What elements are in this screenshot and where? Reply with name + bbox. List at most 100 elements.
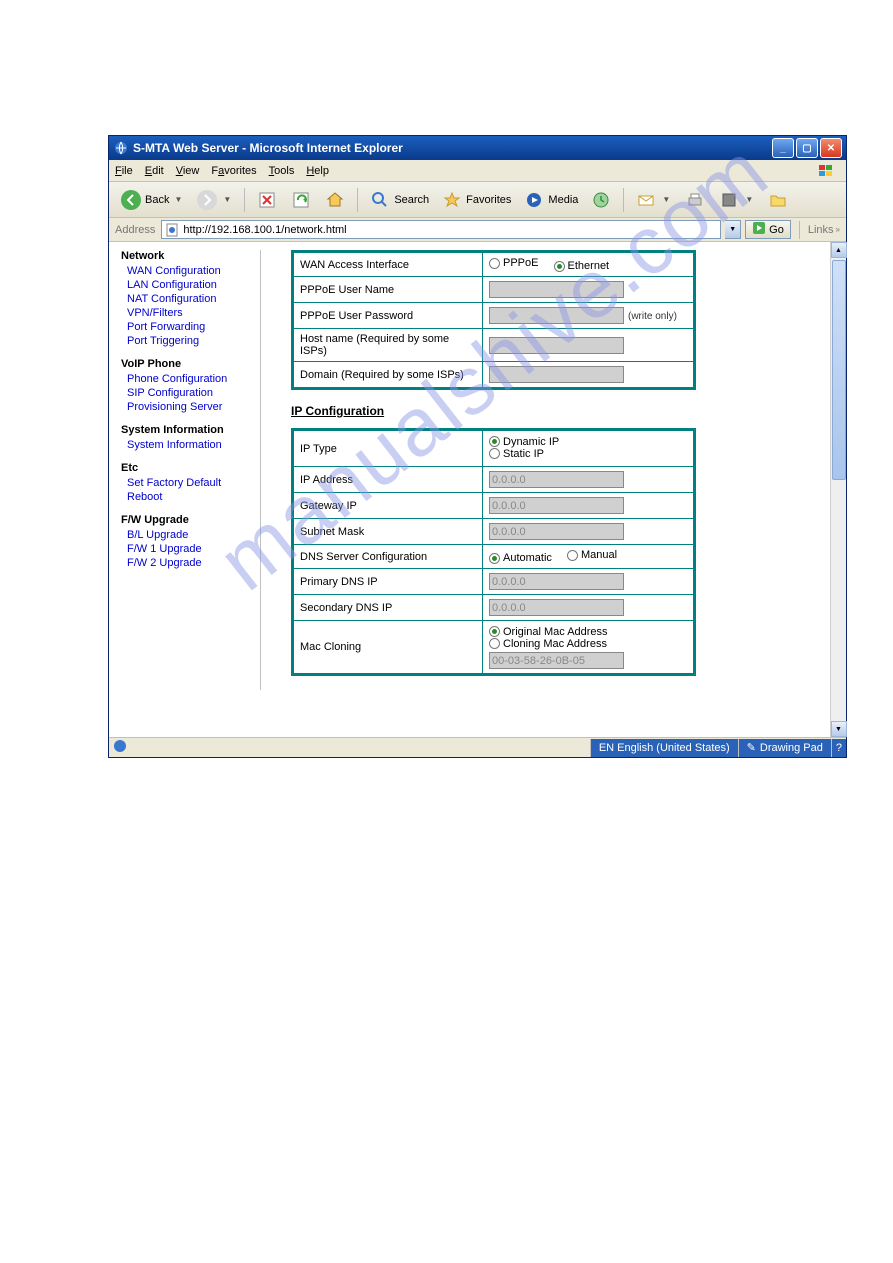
history-button[interactable] (585, 186, 617, 214)
status-bar: EN English (United States) ✎ Drawing Pad… (109, 737, 846, 757)
back-button[interactable]: Back ▼ (115, 186, 189, 214)
pppoe-user-input[interactable] (489, 281, 624, 298)
wan-table: WAN Access Interface PPPoE Ethernet PPPo… (291, 250, 696, 390)
ip-config-table: IP Type Dynamic IP Static IP IP Address … (291, 428, 696, 676)
sidebar-item-wan[interactable]: WAN Configuration (121, 264, 248, 278)
media-label: Media (548, 194, 578, 206)
sidebar-item-sysinfo[interactable]: System Information (121, 438, 248, 452)
go-icon (752, 221, 766, 238)
status-lang[interactable]: EN English (United States) (590, 739, 738, 757)
sidebar-item-fw2[interactable]: F/W 2 Upgrade (121, 556, 248, 570)
sdns-input[interactable] (489, 599, 624, 616)
sidebar-item-phone[interactable]: Phone Configuration (121, 372, 248, 386)
radio-dns-manual[interactable]: Manual (567, 549, 617, 561)
radio-pppoe[interactable]: PPPoE (489, 257, 538, 269)
search-label: Search (394, 194, 429, 206)
radio-dns-auto[interactable]: Automatic (489, 552, 552, 564)
host-input[interactable] (489, 337, 624, 354)
sidebar-item-reboot[interactable]: Reboot (121, 490, 248, 504)
sidebar-heading-sysinfo: System Information (121, 424, 248, 436)
domain-input[interactable] (489, 366, 624, 383)
menu-tools[interactable]: Tools (269, 165, 295, 177)
go-button[interactable]: Go (745, 220, 791, 239)
sidebar-item-sip[interactable]: SIP Configuration (121, 386, 248, 400)
star-icon (441, 189, 463, 211)
sidebar-item-prov[interactable]: Provisioning Server (121, 400, 248, 414)
domain-label: Domain (Required by some ISPs) (293, 362, 483, 389)
sdns-label: Secondary DNS IP (293, 595, 483, 621)
refresh-button[interactable] (285, 186, 317, 214)
sidebar-heading-network: Network (121, 250, 248, 262)
forward-button[interactable]: ▼ (191, 186, 238, 214)
menu-edit[interactable]: Edit (145, 165, 164, 177)
status-help-icon[interactable]: ? (831, 739, 846, 757)
address-dropdown[interactable]: ▼ (725, 220, 741, 239)
links-button[interactable]: Links » (808, 224, 840, 236)
close-button[interactable]: ✕ (820, 138, 842, 158)
ipaddr-input[interactable] (489, 471, 624, 488)
radio-ethernet[interactable]: Ethernet (554, 260, 610, 272)
sidebar-item-portfwd[interactable]: Port Forwarding (121, 320, 248, 334)
address-url: http://192.168.100.1/network.html (183, 224, 346, 236)
pppoe-pass-input[interactable] (489, 307, 624, 324)
gateway-input[interactable] (489, 497, 624, 514)
mail-icon (635, 189, 657, 211)
mail-button[interactable]: ▼ (630, 186, 677, 214)
gateway-label: Gateway IP (293, 493, 483, 519)
sidebar-item-lan[interactable]: LAN Configuration (121, 278, 248, 292)
sidebar-item-vpn[interactable]: VPN/Filters (121, 306, 248, 320)
stop-icon (256, 189, 278, 211)
stop-button[interactable] (251, 186, 283, 214)
sidebar-item-factory[interactable]: Set Factory Default (121, 476, 248, 490)
chevron-down-icon: ▼ (172, 195, 184, 204)
radio-clone-mac[interactable]: Cloning Mac Address (489, 638, 607, 650)
sidebar-item-nat[interactable]: NAT Configuration (121, 292, 248, 306)
discuss-button[interactable] (762, 186, 794, 214)
home-button[interactable] (319, 186, 351, 214)
pdns-input[interactable] (489, 573, 624, 590)
maximize-button[interactable]: ▢ (796, 138, 818, 158)
radio-dynamic-ip[interactable]: Dynamic IP (489, 436, 559, 448)
pen-icon: ✎ (747, 741, 756, 754)
scroll-down-icon[interactable]: ▼ (831, 721, 847, 737)
scroll-up-icon[interactable]: ▲ (831, 242, 847, 258)
chevron-down-icon: ▼ (660, 195, 672, 204)
status-drawing-pad[interactable]: ✎ Drawing Pad (738, 739, 831, 757)
edit-icon (718, 189, 740, 211)
address-input[interactable]: http://192.168.100.1/network.html (161, 220, 721, 239)
favorites-button[interactable]: Favorites (436, 186, 516, 214)
sidebar-item-porttrg[interactable]: Port Triggering (121, 334, 248, 348)
radio-orig-mac[interactable]: Original Mac Address (489, 626, 608, 638)
scroll-thumb[interactable] (832, 260, 846, 480)
page-icon (164, 222, 180, 238)
minimize-button[interactable]: _ (772, 138, 794, 158)
search-icon (369, 189, 391, 211)
pppoe-pass-label: PPPoE User Password (293, 303, 483, 329)
sidebar-heading-etc: Etc (121, 462, 248, 474)
menu-favorites[interactable]: Favorites (211, 165, 256, 177)
go-label: Go (769, 224, 784, 236)
search-button[interactable]: Search (364, 186, 434, 214)
sidebar-item-fw1[interactable]: F/W 1 Upgrade (121, 542, 248, 556)
subnet-input[interactable] (489, 523, 624, 540)
menu-view[interactable]: View (176, 165, 200, 177)
vertical-scrollbar[interactable]: ▲ ▼ (830, 242, 846, 737)
radio-static-ip[interactable]: Static IP (489, 448, 544, 460)
menu-help[interactable]: Help (306, 165, 329, 177)
sidebar-heading-fw: F/W Upgrade (121, 514, 248, 526)
chevron-down-icon: ▼ (743, 195, 755, 204)
wan-access-label: WAN Access Interface (293, 252, 483, 277)
mac-input[interactable] (489, 652, 624, 669)
sidebar-item-bl[interactable]: B/L Upgrade (121, 528, 248, 542)
menu-file[interactable]: File (115, 165, 133, 177)
print-button[interactable] (679, 186, 711, 214)
media-button[interactable]: Media (518, 186, 583, 214)
back-icon (120, 189, 142, 211)
ip-config-heading: IP Configuration (291, 404, 818, 418)
windows-flag-icon (818, 164, 840, 178)
titlebar[interactable]: S-MTA Web Server - Microsoft Internet Ex… (109, 136, 846, 160)
ie-logo-icon (113, 140, 129, 156)
edit-button[interactable]: ▼ (713, 186, 760, 214)
print-icon (684, 189, 706, 211)
media-icon (523, 189, 545, 211)
